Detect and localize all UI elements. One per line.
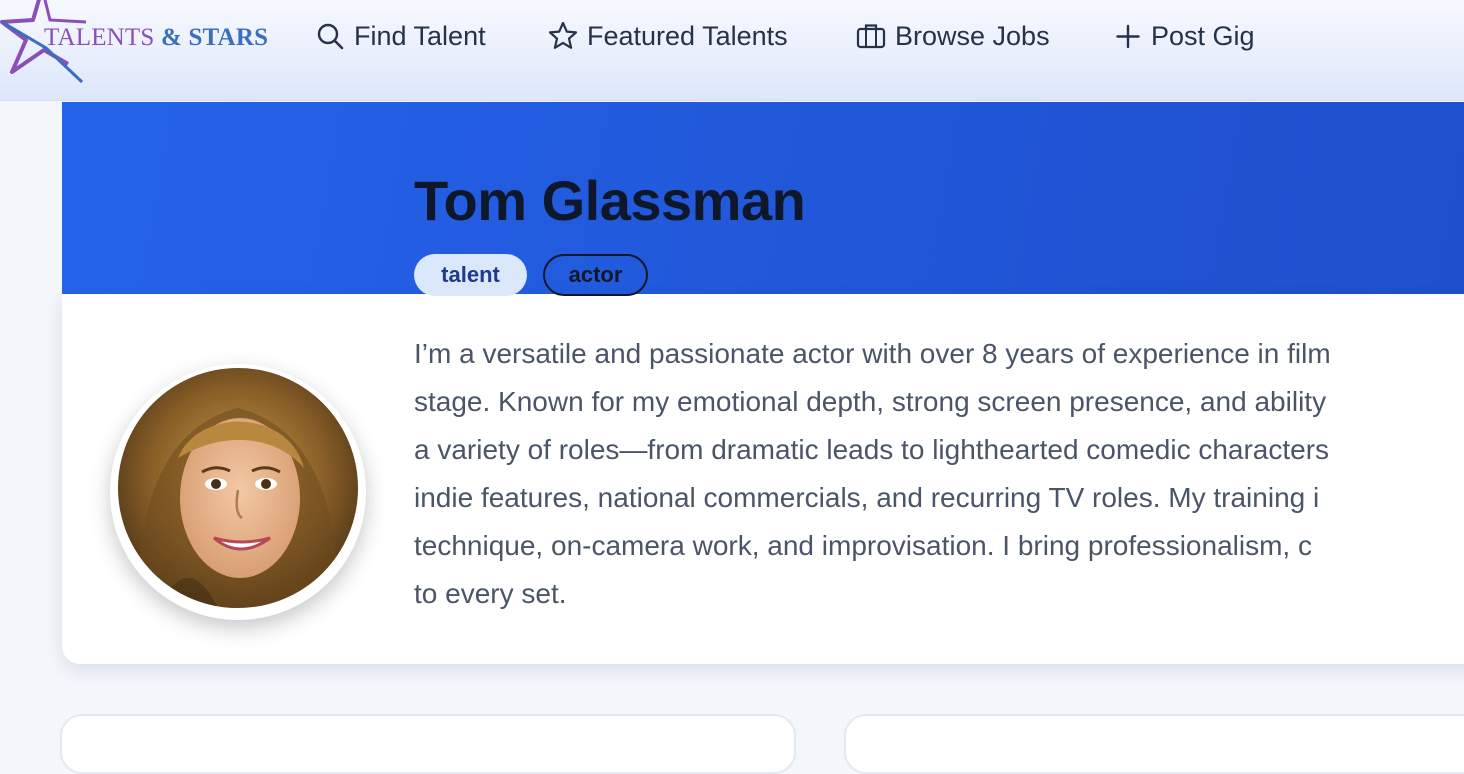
nav-find-talent[interactable]: Find Talent [315,18,486,54]
tag-actor[interactable]: actor [543,254,648,296]
nav-post-gig[interactable]: Post Gig [1114,18,1255,54]
nav-browse-jobs-label: Browse Jobs [895,20,1050,51]
bio-line: technique, on-camera work, and improvisa… [414,530,1312,561]
star-icon [548,21,578,49]
bio-line: to every set. [414,578,567,609]
briefcase-icon [856,24,886,49]
nav-featured-talents[interactable]: Featured Talents [548,18,788,54]
logo-word-talents: TALENTS [44,24,155,51]
profile-name: Tom Glassman [414,169,806,232]
plus-icon [1116,24,1140,49]
bio-line: indie features, national commercials, an… [414,482,1320,513]
nav-find-talent-label: Find Talent [354,20,486,51]
talents-and-stars-logo[interactable]: TALENTS & STARS [0,0,268,90]
bio-line: a variety of roles—from dramatic leads t… [414,434,1330,465]
avatar [118,368,358,608]
nav-browse-jobs[interactable]: Browse Jobs [856,18,1050,54]
logo-wordmark: TALENTS & STARS [44,24,268,52]
details-panel-left [60,714,796,774]
bio-line: stage. Known for my emotional depth, str… [414,386,1327,417]
nav-post-gig-label: Post Gig [1151,20,1255,51]
bio-line: I’m a versatile and passionate actor wit… [414,338,1331,369]
tag-talent[interactable]: talent [414,254,527,296]
details-panel-right [844,714,1464,774]
search-icon [317,23,344,50]
profile-photo [118,368,358,608]
nav-featured-talents-label: Featured Talents [587,20,788,51]
logo-word-stars: STARS [188,24,269,51]
logo-ampersand: & [160,24,182,51]
profile-bio: I’m a versatile and passionate actor wit… [414,330,1464,618]
top-nav-bar: TALENTS & STARS Find Talent Featured Tal… [0,0,1464,101]
